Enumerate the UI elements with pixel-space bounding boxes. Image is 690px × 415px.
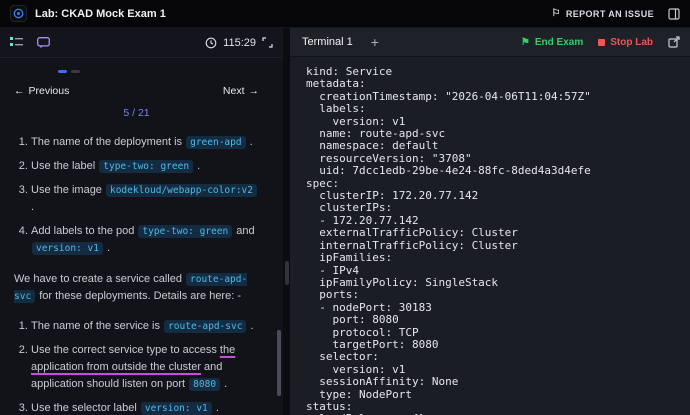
tab-terminal-1[interactable]: Terminal 1 [300,36,355,48]
inline-code: type-two: green [138,225,232,238]
terminal-line: namespace: default [306,140,690,152]
topbar-actions: ⚐ REPORT AN ISSUE [551,8,680,20]
text-segment: Use the image [31,184,105,196]
text-segment: for these deployments. Details are here:… [36,290,241,302]
text-segment: . [247,136,253,148]
text-segment: Use the selector label [31,402,140,414]
inline-code: route-apd-svc [164,320,246,333]
previous-label: Previous [29,83,70,99]
text-segment: Add labels to the pod [31,225,137,237]
instruction-item: Use the selector label version: v1 . [31,400,259,415]
terminal-line: clusterIPs: [306,202,690,214]
panel-tabs [10,37,50,49]
text-segment: The name of the deployment is [31,136,185,148]
text-segment: Use the label [31,160,98,172]
lab-title: Lab: CKAD Mock Exam 1 [35,8,166,20]
report-issue-button[interactable]: ⚐ REPORT AN ISSUE [551,8,654,19]
next-label: Next [223,83,245,99]
instruction-item: The name of the deployment is green-apd … [31,134,259,151]
terminal-header: Terminal 1 + ⚑ End Exam Stop Lab [290,28,690,57]
new-terminal-button[interactable]: + [365,34,385,50]
terminal-line: sessionAffinity: None [306,376,690,388]
progress-dash [71,70,80,73]
service-intro-paragraph: We have to create a service called route… [14,271,259,305]
text-segment: and [233,225,254,237]
fullscreen-icon[interactable] [262,37,273,48]
inline-code: type-two: green [99,160,193,173]
terminal-actions: ⚑ End Exam Stop Lab [521,36,680,48]
instructions-panel-header: 115:29 [0,28,283,58]
prev-arrow-icon: ← [14,83,25,99]
chat-icon[interactable] [37,37,50,49]
question-nav: ← Previous Next → [14,83,259,99]
main-split: 115:29 ← Prev [0,28,690,415]
inline-code: kodekloud/webapp-color:v2 [106,184,257,197]
clock-icon [205,37,217,49]
question-progress: 5 / 21 [14,105,259,121]
instruction-item: Use the image kodekloud/webapp-color:v2 … [31,182,259,216]
terminal-line: uid: 7dcc1edb-29be-4e24-88fc-8ded4a3d4ef… [306,165,690,177]
terminal-line: selector: [306,351,690,363]
terminal-line: type: NodePort [306,389,690,401]
timer-value: 115:29 [223,37,256,49]
terminal-line: metadata: [306,78,690,90]
previous-button[interactable]: ← Previous [14,83,69,99]
layout-icon[interactable] [668,8,680,20]
next-button[interactable]: Next → [223,83,259,99]
end-exam-label: End Exam [535,37,583,48]
scrollbar-thumb[interactable] [277,330,281,396]
app-window: Lab: CKAD Mock Exam 1 ⚐ REPORT AN ISSUE [0,0,690,415]
instruction-item: Use the label type-two: green . [31,158,259,175]
resizer-handle [285,261,289,285]
inline-code: version: v1 [32,242,103,255]
deployment-instructions-list: The name of the deployment is green-apd … [14,134,259,257]
terminal-line: ipFamilyPolicy: SingleStack [306,277,690,289]
next-arrow-icon: → [249,83,260,99]
text-segment: . [31,201,34,213]
instructions-panel: 115:29 ← Prev [0,28,283,415]
inline-code: 8080 [189,378,220,391]
text-segment: . [104,242,110,254]
terminal-pane: Terminal 1 + ⚑ End Exam Stop Lab [290,28,690,415]
report-flag-icon: ⚐ [551,8,560,19]
kodekloud-logo-icon [10,5,27,22]
text-segment: We have to create a service called [14,273,185,285]
inline-code: green-apd [186,136,245,149]
terminal-line: externalTrafficPolicy: Cluster [306,227,690,239]
pane-resizer[interactable] [283,28,290,415]
report-issue-label: REPORT AN ISSUE [566,9,654,19]
instruction-item: Use the correct service type to access t… [31,342,259,393]
timer-box: 115:29 [205,37,273,49]
text-segment: . [247,320,253,332]
progress-dash [58,70,67,73]
text-segment: The name of the service is [31,320,163,332]
stop-lab-button[interactable]: Stop Lab [598,37,653,48]
progress-dashes [58,70,259,73]
inline-code: version: v1 [141,402,212,415]
terminal-line: port: 8080 [306,314,690,326]
instructions-content: ← Previous Next → 5 / 21 The name of the… [0,58,283,415]
terminal-line: ports: [306,289,690,301]
terminal-output[interactable]: kind: Servicemetadata: creationTimestamp… [290,57,690,415]
brand: Lab: CKAD Mock Exam 1 [10,5,166,22]
instructions-list-icon[interactable] [10,37,23,48]
text-segment: Use the correct service type to access [31,344,220,356]
text-segment: . [194,160,200,172]
end-exam-button[interactable]: ⚑ End Exam [521,37,583,48]
stop-square-icon [598,39,605,46]
text-segment: . [221,378,227,390]
stop-lab-label: Stop Lab [610,37,653,48]
end-exam-flag-icon: ⚑ [521,37,530,48]
service-instructions-list: The name of the service is route-apd-svc… [14,318,259,415]
instruction-item: The name of the service is route-apd-svc… [31,318,259,335]
topbar: Lab: CKAD Mock Exam 1 ⚐ REPORT AN ISSUE [0,0,690,28]
terminal-line: ipFamilies: [306,252,690,264]
text-segment: . [213,402,219,414]
instruction-item: Add labels to the pod type-two: green an… [31,223,259,257]
terminal-line: labels: [306,103,690,115]
popout-icon[interactable] [668,36,680,48]
